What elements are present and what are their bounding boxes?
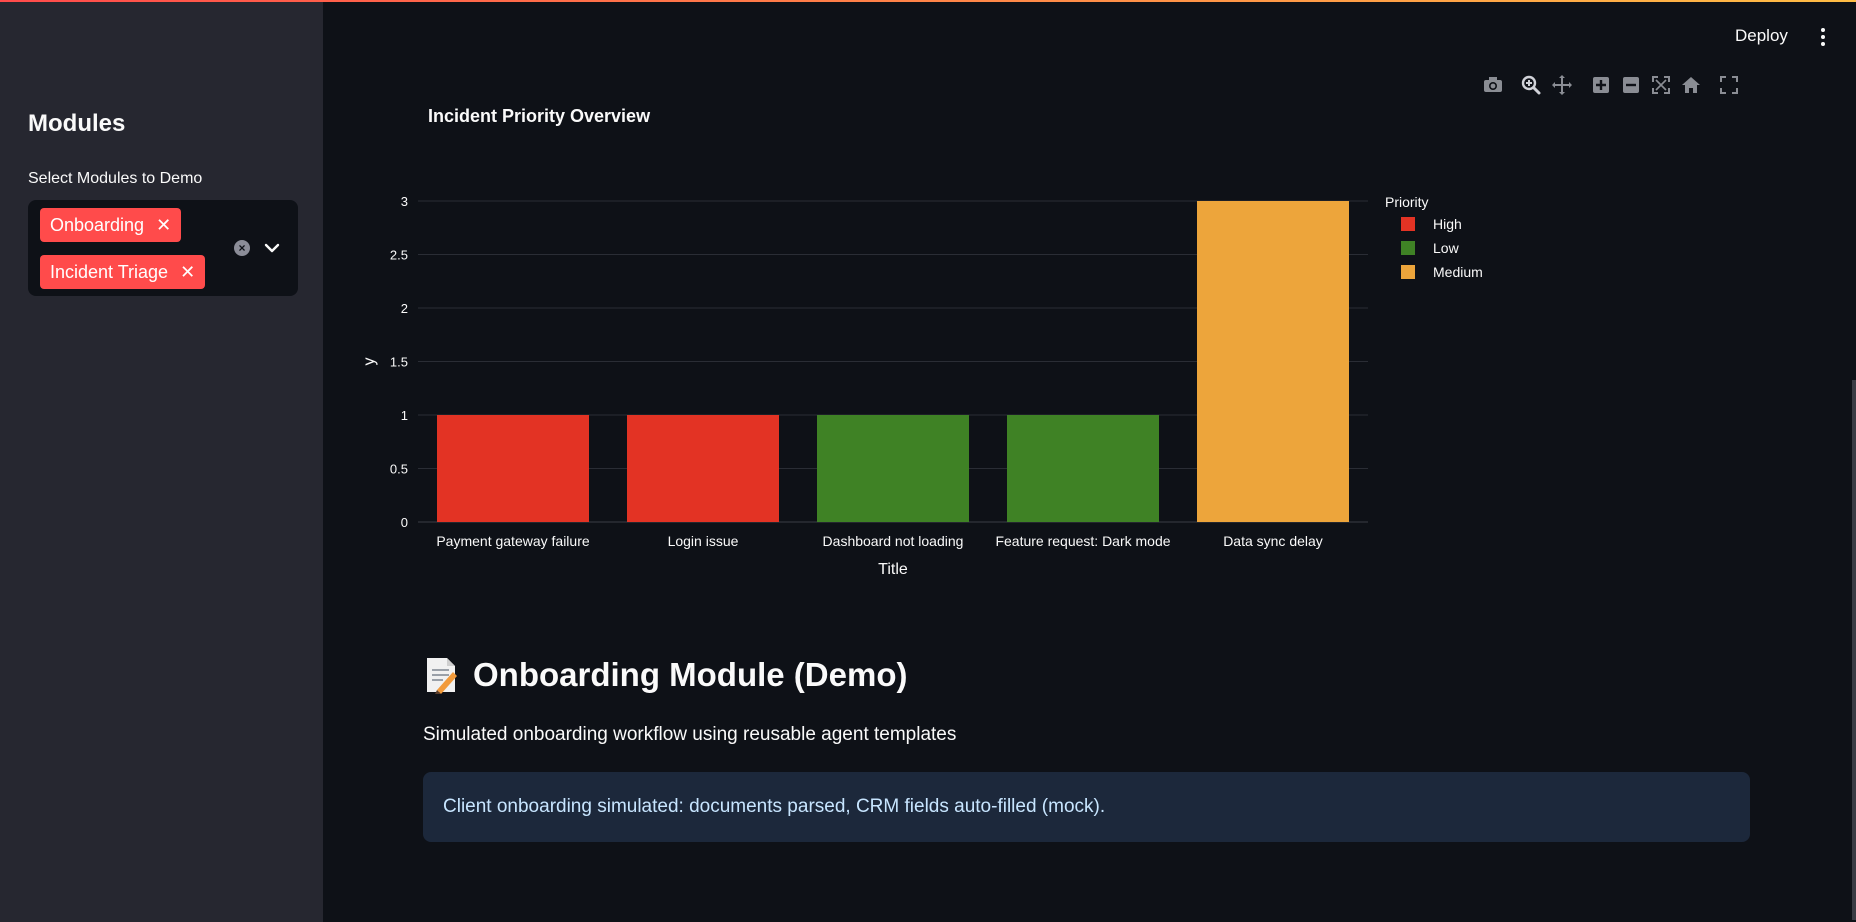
- sidebar: Modules Select Modules to Demo Onboardin…: [0, 2, 323, 922]
- x-tick-label: Payment gateway failure: [436, 533, 590, 549]
- onboarding-subtitle: Simulated onboarding workflow using reus…: [423, 724, 957, 745]
- onboarding-heading: Onboarding Module (Demo): [423, 656, 907, 694]
- onboarding-title: Onboarding Module (Demo): [473, 656, 908, 693]
- tag-label: Incident Triage: [50, 261, 169, 282]
- main-content: Deploy Incident Priority Overview 0 0.5 1 1…: [323, 2, 1856, 922]
- chevron-down-icon[interactable]: [262, 238, 282, 258]
- module-multiselect[interactable]: Onboarding ✕ Incident Triage ✕ ×: [28, 200, 298, 296]
- remove-tag-icon[interactable]: ✕: [156, 215, 171, 236]
- legend-swatch: [1401, 217, 1415, 231]
- x-tick-label: Data sync delay: [1223, 533, 1323, 549]
- y-tick-label: 2: [401, 301, 408, 316]
- bar: [627, 415, 779, 522]
- bar: [437, 415, 589, 522]
- x-tick-label: Login issue: [668, 533, 739, 549]
- x-tick-label: Feature request: Dark mode: [995, 533, 1170, 549]
- legend-entry: High: [1433, 216, 1462, 232]
- page-scrollbar[interactable]: [1852, 380, 1856, 920]
- info-alert: Client onboarding simulated: documents p…: [423, 772, 1750, 842]
- legend-swatch: [1401, 265, 1415, 279]
- y-tick-label: 0.5: [390, 462, 408, 477]
- remove-tag-icon[interactable]: ✕: [180, 262, 195, 283]
- module-select-label: Select Modules to Demo: [28, 170, 203, 187]
- y-tick-label: 0: [401, 515, 408, 530]
- legend-swatch: [1401, 241, 1415, 255]
- bar: [817, 415, 969, 522]
- y-axis-label: y: [361, 358, 378, 366]
- y-tick-label: 3: [401, 194, 408, 209]
- tag-label: Onboarding: [50, 214, 145, 235]
- bar: [1197, 201, 1349, 522]
- x-axis-label: Title: [878, 561, 908, 578]
- legend-title: Priority: [1385, 194, 1429, 210]
- incident-priority-chart: 0 0.5 1 1.5 2 2.5 3 Payment gateway failure Logi…: [361, 194, 1483, 578]
- clear-all-icon[interactable]: ×: [234, 240, 250, 256]
- tag-onboarding: Onboarding ✕: [40, 208, 182, 242]
- y-tick-label: 1.5: [390, 355, 408, 370]
- legend-entry: Medium: [1433, 264, 1483, 280]
- memo-icon: [427, 658, 457, 694]
- bar: [1007, 415, 1159, 522]
- y-tick-label: 2.5: [390, 248, 408, 263]
- info-alert-text: Client onboarding simulated: documents p…: [443, 796, 1106, 817]
- legend-entry: Low: [1433, 240, 1460, 256]
- sidebar-title: Modules: [28, 110, 126, 137]
- x-tick-label: Dashboard not loading: [823, 533, 964, 549]
- y-tick-label: 1: [401, 408, 408, 423]
- tag-incident-triage: Incident Triage ✕: [40, 255, 206, 289]
